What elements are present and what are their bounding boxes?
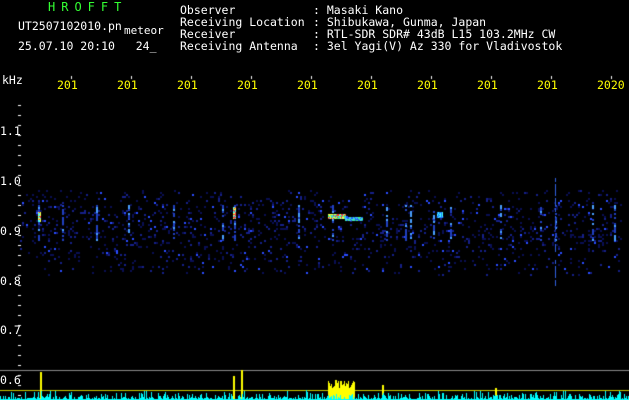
time-label: 201	[417, 78, 438, 92]
time-label: 201	[537, 78, 558, 92]
mode-label: meteor	[124, 24, 164, 37]
info-label: Receiving Antenna	[180, 39, 298, 53]
info-row-antenna: Receiving Antenna : 3el Yagi(V) Az 330 fo…	[180, 40, 562, 52]
freq-label: 1.1	[0, 124, 21, 138]
time-label: 201	[57, 78, 78, 92]
freq-label: 0.8	[0, 274, 21, 288]
time-label: 201	[117, 78, 138, 92]
datetime-label: 25.07.10 20:10 24_	[18, 40, 157, 52]
datetime-value: 25.07.10 20:10	[18, 39, 115, 53]
time-label: 201	[297, 78, 318, 92]
app-title: HROFFT	[48, 0, 128, 14]
station-info: Observer: Masaki Kano Receiving Location…	[180, 4, 562, 52]
freq-label: 1.0	[0, 174, 21, 188]
info-value: : 3el Yagi(V) Az 330 for Vladivostok	[313, 39, 563, 53]
spectrogram-canvas	[0, 0, 629, 400]
file-name: UT2507102010.pn	[18, 19, 122, 33]
freq-label: 0.7	[0, 323, 21, 337]
freq-label: 0.6	[0, 373, 21, 387]
time-label: 201	[357, 78, 378, 92]
time-label: 2020	[597, 78, 625, 92]
frequency-unit: kHz	[2, 73, 23, 87]
time-label: 201	[477, 78, 498, 92]
freq-label: 0.9	[0, 224, 21, 238]
time-label: 201	[237, 78, 258, 92]
time-label: 201	[177, 78, 198, 92]
extra-value: 24_	[135, 39, 157, 53]
